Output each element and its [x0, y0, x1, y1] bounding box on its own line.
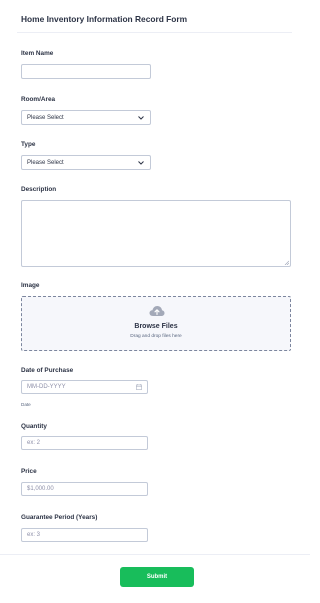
resize-handle-icon[interactable] [284, 260, 289, 265]
quantity-placeholder: ex: 2 [27, 440, 41, 446]
chevron-down-icon [138, 160, 144, 165]
quantity-input[interactable]: ex: 2 [21, 436, 148, 450]
room-area-label: Room/Area [21, 96, 56, 103]
quantity-label: Quantity [21, 423, 47, 430]
form-title: Home Inventory Information Record Form [21, 14, 188, 24]
cloud-upload-icon [149, 306, 165, 316]
date-of-purchase-label: Date of Purchase [21, 367, 74, 374]
room-area-select[interactable]: Please Select [21, 110, 151, 125]
drag-drop-hint: Drag and drop files here [130, 334, 182, 339]
guarantee-period-placeholder: ex: 3 [27, 532, 41, 538]
item-name-label: Item Name [21, 50, 54, 57]
footer-divider [0, 554, 310, 555]
file-upload-dropzone[interactable]: Browse Files Drag and drop files here [21, 296, 291, 351]
browse-files-button[interactable]: Browse Files [22, 323, 290, 330]
item-name-input[interactable] [21, 64, 151, 79]
description-textarea[interactable] [21, 200, 291, 267]
guarantee-period-input[interactable]: ex: 3 [21, 528, 148, 542]
title-divider [17, 32, 292, 33]
price-input[interactable]: $1,000.00 [21, 482, 148, 496]
type-selected-value: Please Select [27, 159, 64, 166]
submit-button[interactable]: Submit [120, 567, 194, 587]
price-label: Price [21, 468, 37, 475]
price-placeholder: $1,000.00 [27, 486, 54, 492]
room-area-selected-value: Please Select [27, 114, 64, 121]
type-label: Type [21, 141, 36, 148]
guarantee-period-label: Guarantee Period (Years) [21, 514, 98, 521]
date-of-purchase-input[interactable]: MM-DD-YYYY [21, 380, 148, 394]
date-sublabel: Date [21, 402, 31, 407]
chevron-down-icon [138, 115, 144, 120]
date-placeholder: MM-DD-YYYY [27, 384, 66, 390]
description-label: Description [21, 186, 57, 193]
calendar-icon[interactable] [136, 384, 142, 390]
type-select[interactable]: Please Select [21, 155, 151, 170]
image-label: Image [21, 282, 40, 289]
